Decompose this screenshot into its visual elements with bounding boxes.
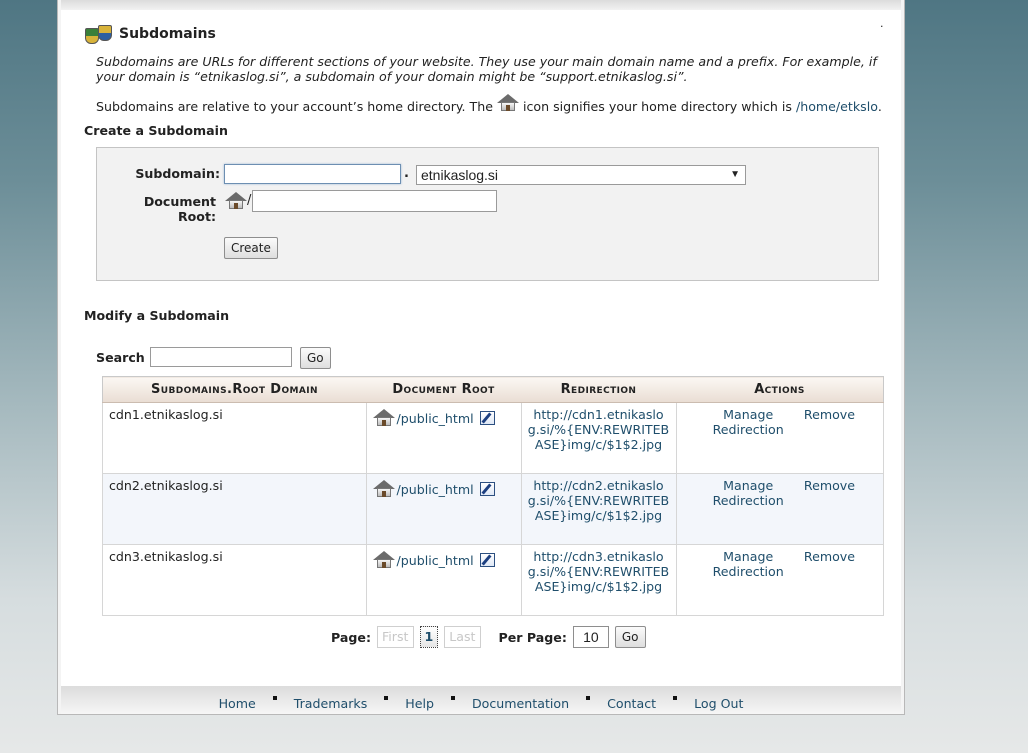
footer-link-trademarks[interactable]: Trademarks <box>294 696 368 711</box>
column-header-document-root[interactable]: Document Root <box>366 376 521 403</box>
subdomain-dot-separator: . <box>404 166 409 181</box>
document-root-link[interactable]: /public_html <box>397 411 474 426</box>
first-page-button[interactable]: First <box>376 626 414 648</box>
subdomain-cell: cdn3.etnikaslog.si <box>102 544 367 616</box>
per-page-input[interactable]: 10 <box>572 626 609 648</box>
shield-left-icon <box>85 28 99 44</box>
subdomain-input[interactable] <box>224 164 401 184</box>
search-label: Search <box>96 350 145 365</box>
redirection-cell: http://cdn2.etnikaslog.si/%{ENV:REWRITEB… <box>520 473 677 545</box>
subdomain-label: Subdomain: <box>135 166 220 181</box>
create-subdomain-form: Subdomain: . etnikaslog.si ▼ Document Ro… <box>96 147 879 281</box>
manage-redirection-link[interactable]: Manage Redirection <box>693 407 804 437</box>
separator <box>450 696 455 700</box>
separator <box>384 696 389 700</box>
table-row: cdn3.etnikaslog.si /public_html http://c… <box>102 544 884 616</box>
per-page-label: Per Page: <box>498 629 567 645</box>
home-note-text-before: Subdomains are relative to your account’… <box>96 99 493 114</box>
domain-select[interactable]: etnikaslog.si ▼ <box>416 165 746 185</box>
chevron-down-icon: ▼ <box>730 169 740 180</box>
modify-section-title: Modify a Subdomain <box>84 308 230 323</box>
footer-nav: Home Trademarks Help Documentation Conta… <box>61 686 901 714</box>
manage-redirection-link[interactable]: Manage Redirection <box>693 478 804 508</box>
cpanel-frame: · Subdomains Subdomains are URLs for dif… <box>57 0 905 715</box>
home-icon <box>372 551 395 569</box>
top-band <box>61 0 901 10</box>
create-button[interactable]: Create <box>224 237 278 259</box>
page-title: Subdomains <box>119 26 216 42</box>
footer-link-documentation[interactable]: Documentation <box>472 696 569 711</box>
create-section-title: Create a Subdomain <box>84 123 228 138</box>
intro-description: Subdomains are URLs for different sectio… <box>96 54 877 84</box>
footer-link-home[interactable]: Home <box>219 696 256 711</box>
column-header-redirection[interactable]: Redirection <box>521 376 676 403</box>
separator <box>272 696 277 700</box>
edit-icon[interactable] <box>479 482 495 496</box>
shield-right-icon <box>98 25 112 41</box>
edit-icon[interactable] <box>479 553 495 567</box>
remove-link[interactable]: Remove <box>804 478 855 508</box>
document-root-cell: /public_html <box>365 402 522 474</box>
home-icon <box>372 409 395 427</box>
document-root-link[interactable]: /public_html <box>397 553 474 568</box>
subdomain-cell: cdn2.etnikaslog.si <box>102 473 367 545</box>
footer-link-contact[interactable]: Contact <box>607 696 656 711</box>
table-row: cdn2.etnikaslog.si /public_html http://c… <box>102 473 884 545</box>
document-root-prefix: / <box>247 193 252 208</box>
stray-dot: · <box>880 20 884 33</box>
home-icon <box>372 480 395 498</box>
pagination: Page: First 1 Last Per Page: 10 Go <box>331 626 646 648</box>
page-header: Subdomains <box>85 24 216 44</box>
separator <box>673 696 678 700</box>
search-go-button[interactable]: Go <box>300 347 331 369</box>
current-page-button[interactable]: 1 <box>419 626 439 648</box>
last-page-button[interactable]: Last <box>444 626 481 648</box>
document-root-cell: /public_html <box>365 544 522 616</box>
home-directory-note: Subdomains are relative to your account’… <box>96 94 882 114</box>
edit-icon[interactable] <box>479 411 495 425</box>
actions-cell: Manage Redirection Remove <box>675 473 884 545</box>
document-root-cell: /public_html <box>365 473 522 545</box>
page-label: Page: <box>331 629 371 645</box>
separator <box>586 696 591 700</box>
shield-logos-icon <box>85 24 112 44</box>
footer-link-help[interactable]: Help <box>405 696 434 711</box>
document-root-input[interactable] <box>252 190 497 212</box>
redirection-cell: http://cdn1.etnikaslog.si/%{ENV:REWRITEB… <box>520 402 677 474</box>
remove-link[interactable]: Remove <box>804 407 855 437</box>
subdomains-table: Subdomains.Root Domain Document Root Red… <box>102 376 884 616</box>
per-page-go-button[interactable]: Go <box>614 626 646 648</box>
document-root-label: Document Root: <box>143 194 216 224</box>
home-note-period: . <box>877 99 882 114</box>
home-icon <box>225 192 247 210</box>
actions-cell: Manage Redirection Remove <box>675 402 884 474</box>
column-header-subdomain[interactable]: Subdomains.Root Domain <box>102 376 366 403</box>
column-header-actions: Actions <box>676 376 884 403</box>
actions-cell: Manage Redirection Remove <box>675 544 884 616</box>
main-content: · Subdomains Subdomains are URLs for dif… <box>61 10 901 686</box>
footer-link-logout[interactable]: Log Out <box>694 696 743 711</box>
home-note-text-after: icon signifies your home directory which… <box>522 99 792 114</box>
manage-redirection-link[interactable]: Manage Redirection <box>693 549 804 579</box>
table-row: cdn1.etnikaslog.si /public_html http://c… <box>102 402 884 474</box>
table-header-row: Subdomains.Root Domain Document Root Red… <box>102 376 884 403</box>
document-root-link[interactable]: /public_html <box>397 482 474 497</box>
remove-link[interactable]: Remove <box>804 549 855 579</box>
home-directory-path: /home/etkslo <box>795 99 878 114</box>
redirection-cell: http://cdn3.etnikaslog.si/%{ENV:REWRITEB… <box>520 544 677 616</box>
subdomain-cell: cdn1.etnikaslog.si <box>102 402 367 474</box>
domain-select-value: etnikaslog.si <box>421 167 499 183</box>
home-icon <box>496 94 519 112</box>
search-input[interactable] <box>150 347 292 367</box>
